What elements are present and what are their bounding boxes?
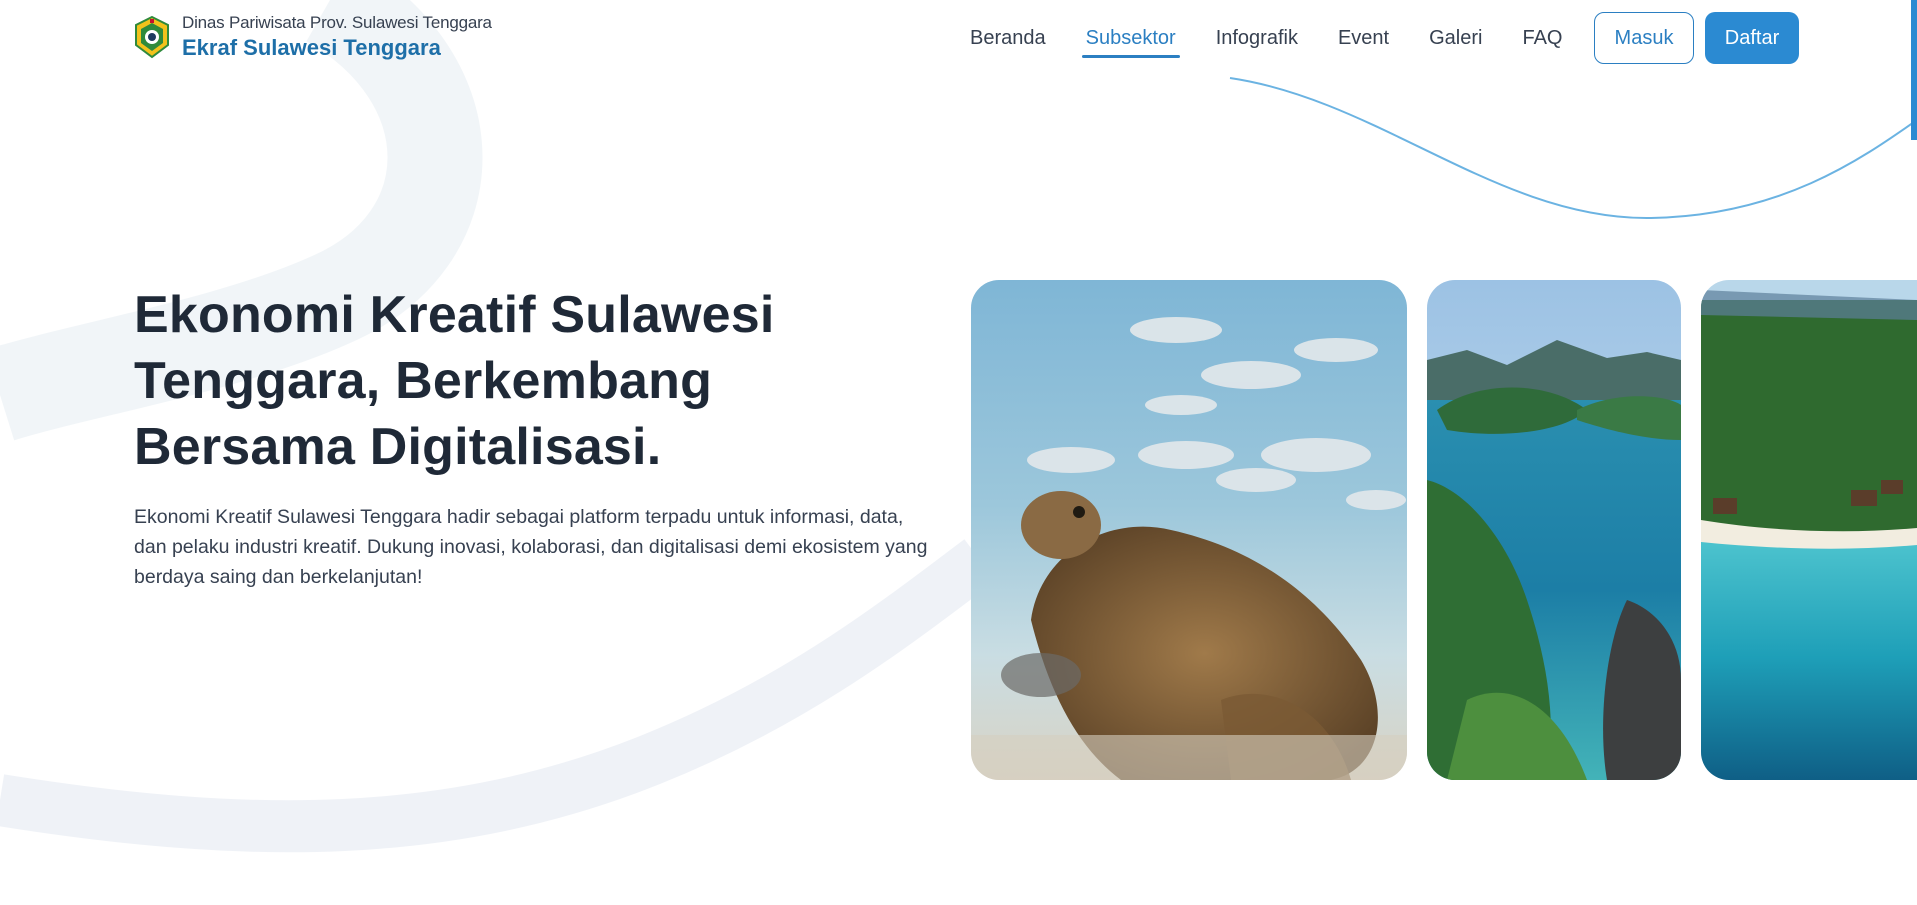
hero-title: Ekonomi Kreatif Sulawesi Tenggara, Berke…: [134, 286, 775, 476]
nav-infografik[interactable]: Infografik: [1216, 12, 1298, 64]
brand-title: Ekraf Sulawesi Tenggara: [182, 35, 441, 60]
gallery-card-lagoon[interactable]: [1427, 280, 1681, 780]
brand-subtitle: Dinas Pariwisata Prov. Sulawesi Tenggara: [182, 13, 492, 32]
lagoon-image: [1427, 280, 1681, 780]
login-button[interactable]: Masuk: [1594, 12, 1694, 64]
nav-subsektor[interactable]: Subsektor: [1081, 12, 1180, 64]
nav-beranda[interactable]: Beranda: [970, 12, 1046, 64]
main-nav: Beranda Subsektor Infografik Event Galer…: [970, 12, 1602, 64]
register-button[interactable]: Daftar: [1705, 12, 1799, 64]
site-header: Dinas Pariwisata Prov. Sulawesi Tenggara…: [0, 0, 1917, 78]
resort-coast-image: [1701, 280, 1917, 780]
sea-turtle-image: [971, 280, 1407, 780]
landing-page: Dinas Pariwisata Prov. Sulawesi Tenggara…: [0, 0, 1917, 905]
nav-event[interactable]: Event: [1338, 12, 1389, 64]
gallery-card-resort[interactable]: [1701, 280, 1917, 780]
brand[interactable]: Dinas Pariwisata Prov. Sulawesi Tenggara…: [132, 12, 492, 62]
provincial-emblem-icon: [135, 15, 169, 59]
gallery-card-turtle[interactable]: [971, 280, 1407, 780]
hero-description: Ekonomi Kreatif Sulawesi Tenggara hadir …: [134, 506, 928, 588]
scrollbar-thumb[interactable]: [1911, 0, 1917, 140]
nav-faq[interactable]: FAQ: [1522, 12, 1562, 64]
nav-galeri[interactable]: Galeri: [1429, 12, 1482, 64]
